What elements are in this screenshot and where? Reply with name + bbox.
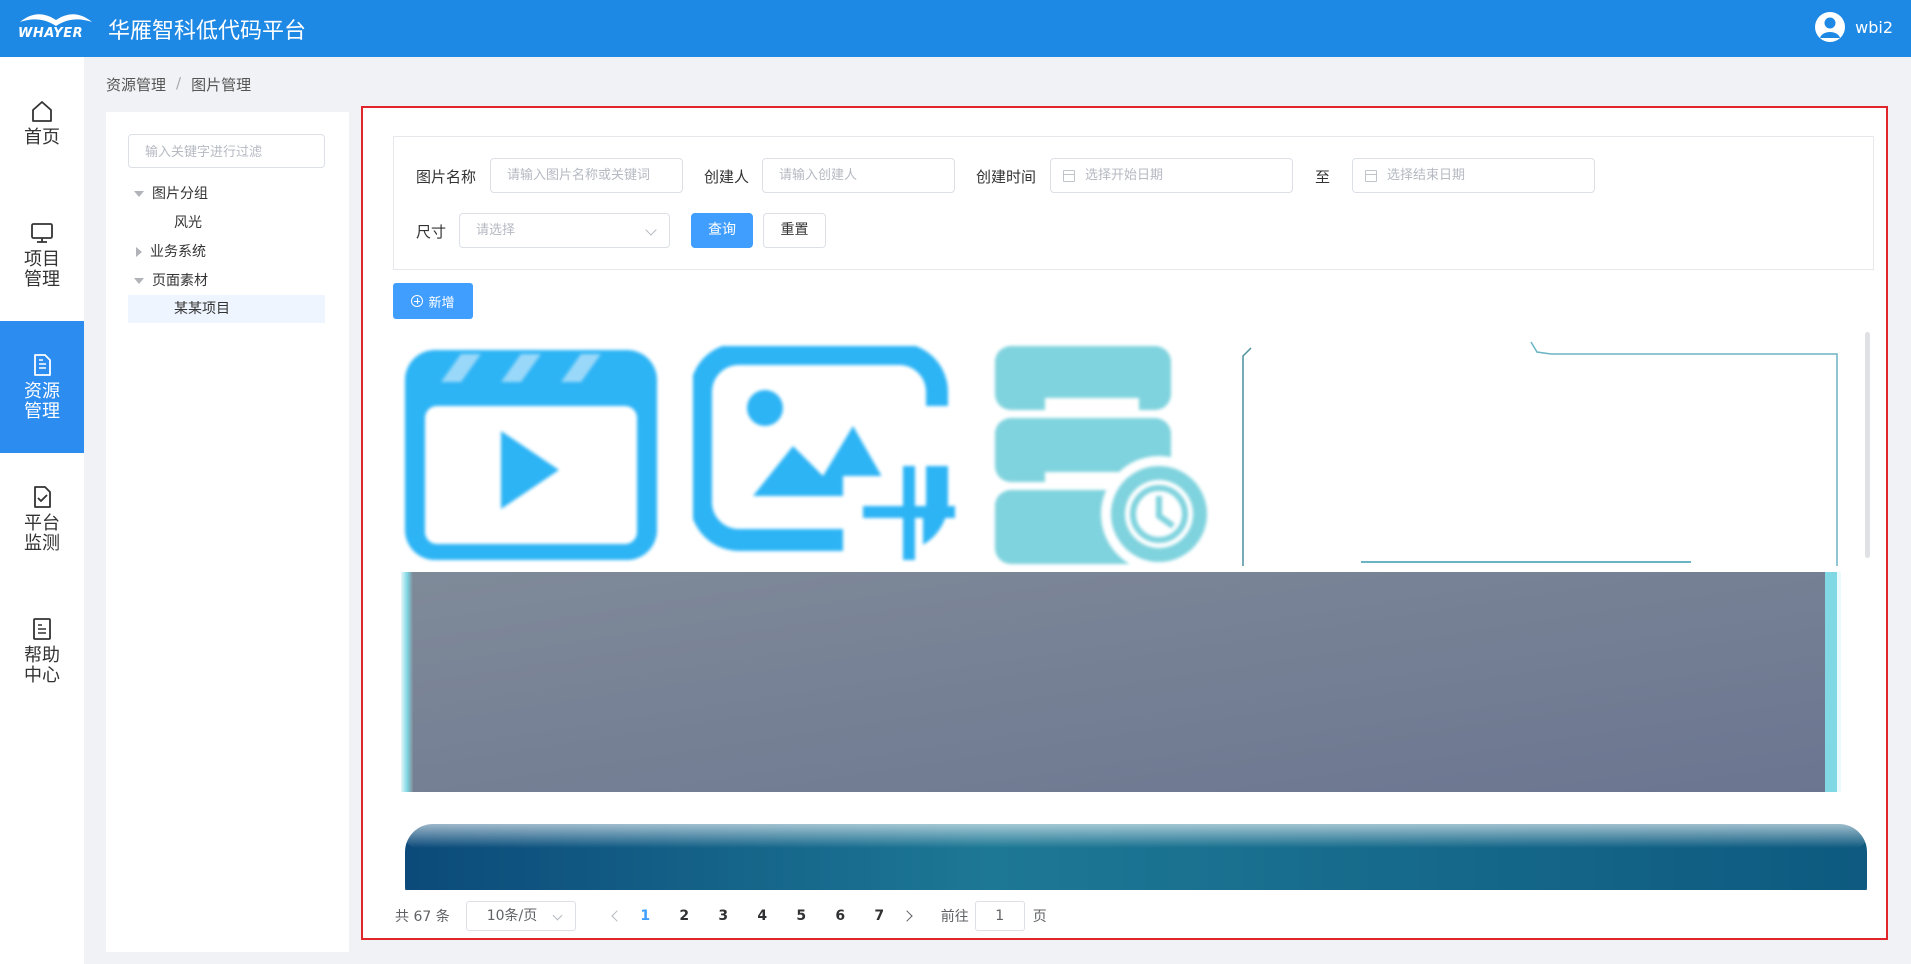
list-document-icon	[33, 618, 51, 640]
date-range-separator: 至	[1315, 168, 1331, 186]
filter-form: 图片名称 请输入图片名称或关键词 创建人 请输入创建人 创建时间 选择开始日期 …	[393, 136, 1874, 270]
chevron-down-icon	[645, 224, 657, 236]
collapse-arrow-icon[interactable]	[136, 247, 142, 257]
add-image-button[interactable]: 新增	[393, 283, 473, 319]
breadcrumb-separator: /	[176, 74, 182, 92]
calendar-icon	[1063, 170, 1075, 182]
nav-item-home[interactable]: 首页	[0, 57, 84, 189]
document-icon	[34, 354, 51, 376]
calendar-icon	[1365, 170, 1377, 182]
image-name-input[interactable]: 请输入图片名称或关键词	[490, 158, 683, 193]
tree-filter-input[interactable]	[128, 134, 325, 168]
nav-item-projects[interactable]: 项目管理	[0, 189, 84, 321]
creator-input[interactable]: 请输入创建人	[762, 158, 955, 193]
end-date-picker[interactable]: 选择结束日期	[1352, 158, 1595, 193]
user-name[interactable]: wbi2	[1855, 18, 1893, 37]
breadcrumb-item-images: 图片管理	[191, 76, 252, 94]
page-number[interactable]: 6	[821, 908, 860, 924]
left-sidebar: 首页 项目管理 资源管理 平台监测 帮助中心	[0, 57, 84, 964]
image-thumbnail-add-image-icon[interactable]	[693, 346, 963, 564]
nav-item-help[interactable]: 帮助中心	[0, 585, 84, 717]
page-number[interactable]: 2	[665, 908, 704, 924]
image-thumbnail-data-time-icon[interactable]	[991, 346, 1221, 564]
prev-page-icon[interactable]	[606, 901, 626, 931]
reset-button[interactable]: 重置	[763, 213, 826, 248]
image-thumbnail-video-icon[interactable]	[401, 346, 661, 564]
start-date-picker[interactable]: 选择开始日期	[1050, 158, 1293, 193]
nav-item-monitoring[interactable]: 平台监测	[0, 453, 84, 585]
goto-label: 前往	[940, 909, 969, 925]
page-number[interactable]: 3	[704, 908, 743, 924]
nav-label-monitoring: 平台监测	[24, 513, 60, 554]
check-document-icon	[34, 486, 51, 508]
tree-node-page-assets[interactable]: 页面素材	[128, 267, 325, 295]
tree-node-label: 某某项目	[174, 301, 230, 317]
image-thumbnail-teal-banner[interactable]	[401, 820, 1867, 890]
group-tree-panel: 图片分组 风光 业务系统 页面素材 某某项目	[106, 112, 349, 952]
logo-text: WHAYER	[18, 26, 84, 41]
creator-label: 创建人	[704, 168, 750, 186]
plus-circle-icon	[411, 295, 424, 307]
chevron-down-icon	[552, 910, 563, 921]
home-icon	[32, 101, 52, 122]
gallery-scrollbar[interactable]	[1865, 332, 1870, 558]
goto-page-input[interactable]: 1	[974, 901, 1025, 931]
image-gallery	[401, 340, 1867, 890]
page-number[interactable]: 7	[860, 908, 899, 924]
total-count: 共 67 条	[395, 909, 450, 925]
tree-node-label: 风光	[174, 215, 202, 231]
app-title: 华雁智科低代码平台	[108, 19, 307, 44]
page-number[interactable]: 1	[626, 908, 665, 924]
tree-node-business-systems[interactable]: 业务系统	[128, 238, 325, 266]
breadcrumb-item-resources[interactable]: 资源管理	[106, 74, 166, 95]
size-label: 尺寸	[416, 223, 447, 241]
tree-node-label: 页面素材	[152, 273, 208, 289]
next-page-icon[interactable]	[899, 901, 919, 931]
expand-arrow-icon[interactable]	[134, 278, 144, 284]
tree-node-label: 图片分组	[152, 186, 208, 202]
expand-arrow-icon[interactable]	[134, 191, 144, 197]
page-number[interactable]: 4	[743, 908, 782, 924]
nav-label-resources: 资源管理	[24, 381, 60, 422]
image-management-panel: 图片名称 请输入图片名称或关键词 创建人 请输入创建人 创建时间 选择开始日期 …	[361, 106, 1888, 940]
user-menu[interactable]: wbi2	[1815, 12, 1893, 42]
breadcrumb: 资源管理 / 图片管理	[106, 74, 251, 95]
nav-label-home: 首页	[24, 127, 60, 148]
page-size-select[interactable]: 10条/页	[465, 901, 576, 931]
pagination: 共 67 条 10条/页 1 2 3 4 5 6 7 前往 1 页	[395, 900, 1047, 932]
size-select[interactable]: 请选择	[459, 213, 670, 248]
create-time-label: 创建时间	[976, 168, 1037, 186]
start-date-placeholder: 选择开始日期	[1085, 168, 1164, 183]
page-number[interactable]: 5	[782, 908, 821, 924]
image-name-label: 图片名称	[416, 168, 477, 186]
query-button[interactable]: 查询	[691, 213, 753, 248]
monitor-icon	[31, 223, 53, 243]
nav-label-projects: 项目管理	[24, 249, 60, 290]
user-avatar-icon[interactable]	[1815, 12, 1846, 42]
nav-item-resources[interactable]: 资源管理	[0, 321, 84, 453]
tree-node-image-groups[interactable]: 图片分组	[128, 180, 325, 208]
tree-node-label: 业务系统	[150, 244, 206, 260]
tree-node-some-project[interactable]: 某某项目	[128, 295, 325, 323]
tree-node-scenery[interactable]: 风光	[128, 209, 325, 237]
top-header: WHAYER 华雁智科低代码平台 wbi2	[0, 0, 1911, 57]
image-thumbnail-gray-panel[interactable]	[401, 572, 1841, 792]
page-suffix: 页	[1032, 909, 1047, 925]
page-size-value: 10条/页	[486, 908, 538, 924]
end-date-placeholder: 选择结束日期	[1387, 168, 1466, 183]
add-button-label: 新增	[428, 295, 455, 311]
nav-label-help: 帮助中心	[24, 645, 60, 686]
size-select-placeholder: 请选择	[476, 223, 516, 238]
image-thumbnail-frame-border[interactable]	[1241, 340, 1841, 566]
